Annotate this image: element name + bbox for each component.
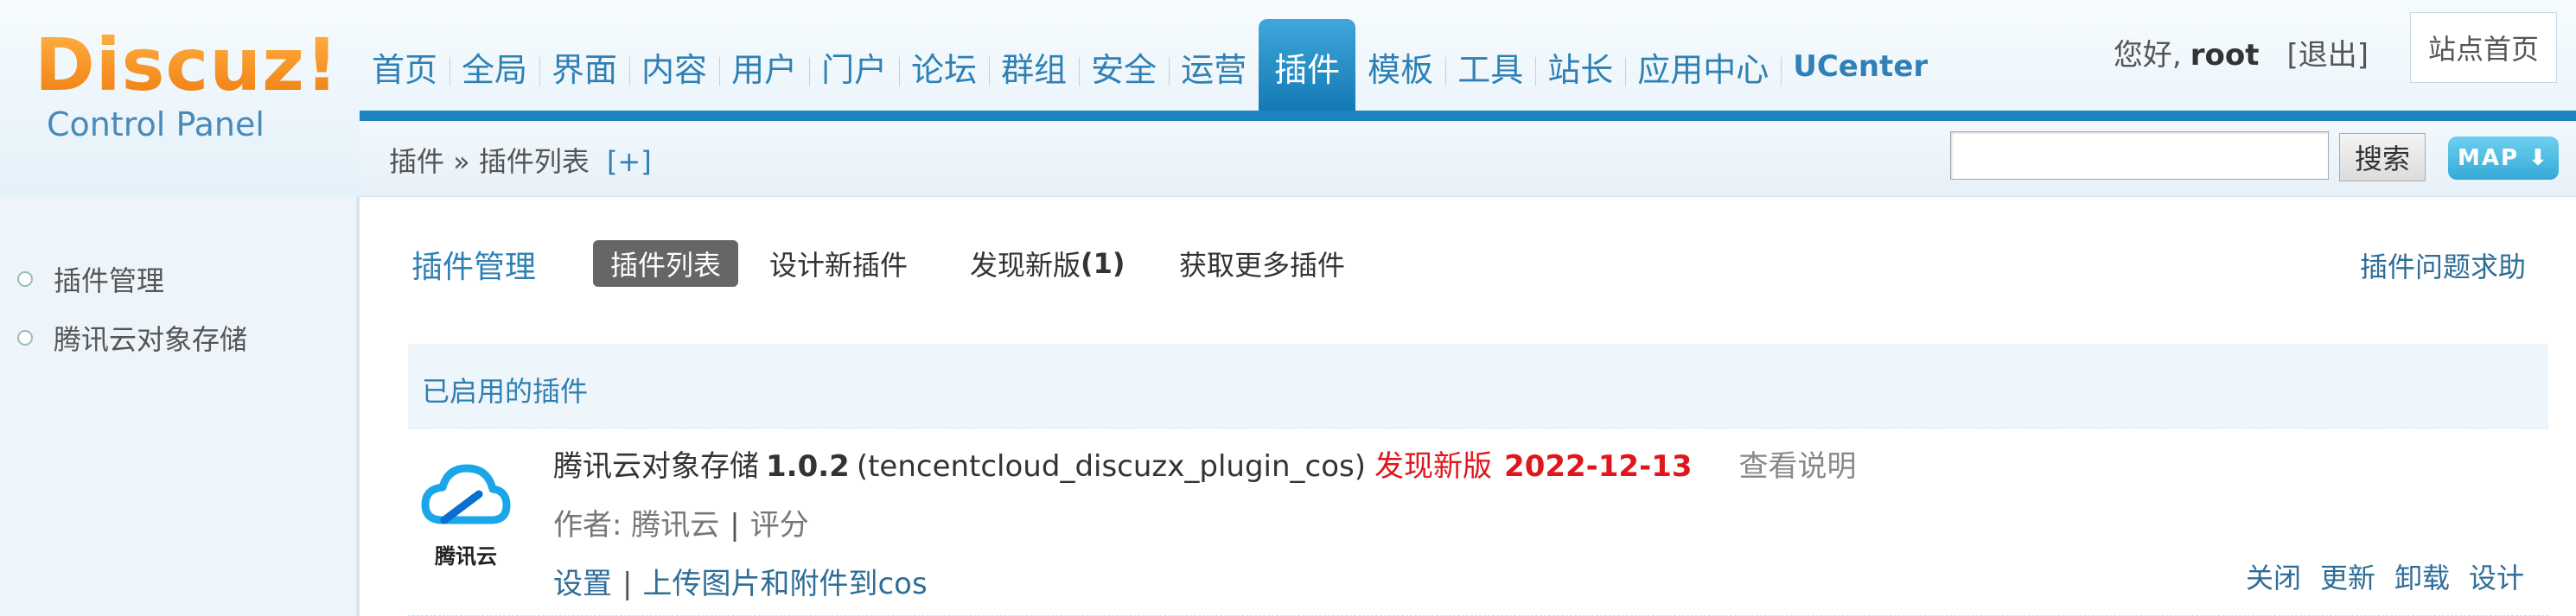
nav-users[interactable]: 用户 [719, 19, 809, 114]
nav-operations[interactable]: 运营 [1169, 19, 1259, 114]
cloud-logo-icon [421, 464, 511, 524]
sub-toolbar: 插件 » 插件列表 [+] 搜索 MAP ⬇ [360, 121, 2576, 197]
tab-plugin-list[interactable]: 插件列表 [593, 240, 739, 287]
rate-link[interactable]: 评分 [750, 508, 809, 543]
upload-to-cos-link[interactable]: 上传图片和附件到cos [642, 567, 927, 601]
discuz-logo[interactable]: Discuz! Control Panel [35, 26, 338, 156]
nav-forum[interactable]: 论坛 [899, 19, 989, 114]
tab-design-new-plugin[interactable]: 设计新插件 [752, 240, 925, 287]
plugin-actions: 关闭 更新 卸载 设计 [2227, 556, 2524, 596]
breadcrumb: 插件 » 插件列表 [+] [389, 140, 652, 180]
section-title: 已启用的插件 [422, 375, 589, 408]
plugin-version: 1.0.2 [766, 449, 850, 484]
section-header: 已启用的插件 [408, 344, 2548, 429]
tab-new-versions[interactable]: 发现新版 (1) [953, 240, 1143, 287]
sidebar-item-label: 腾讯云对象存储 [54, 323, 248, 356]
nav-interface[interactable]: 界面 [539, 19, 629, 114]
sidebar-item-label: 插件管理 [54, 264, 165, 297]
page-title: 插件管理 [411, 250, 537, 285]
bullet-icon [17, 271, 33, 287]
logout-link[interactable]: [退出] [2286, 38, 2369, 73]
logo-subtitle: Control Panel [47, 105, 265, 143]
search-input[interactable] [1950, 131, 2329, 180]
icon-caption: 腾讯云 [435, 544, 497, 568]
sidebar: 插件管理 腾讯云对象存储 [0, 197, 360, 616]
nav-app-center[interactable]: 应用中心 [1625, 19, 1781, 114]
logo-brand: Discuz! [35, 22, 340, 107]
plugin-name: 腾讯云对象存储 [553, 449, 759, 484]
separator: | [622, 567, 633, 601]
main-content: 插件管理 插件列表 设计新插件 发现新版 (1) 获取更多插件 插件问题求助 已启… [363, 197, 2576, 616]
new-version-count: (1) [1081, 247, 1125, 280]
top-nav: 首页 全局 界面 内容 用户 门户 论坛 群组 安全 运营 插件 模板 工具 站… [360, 19, 1940, 114]
plugin-identifier: (tencentcloud_discuzx_plugin_cos) [856, 449, 1367, 484]
map-button[interactable]: MAP ⬇ [2448, 137, 2559, 180]
uninstall-plugin-link[interactable]: 卸载 [2394, 562, 2450, 594]
new-version-link[interactable]: 发现新版 [1374, 449, 1492, 484]
nav-ucenter[interactable]: UCenter [1781, 19, 1940, 114]
username: root [2190, 38, 2260, 73]
update-plugin-link[interactable]: 更新 [2320, 562, 2375, 594]
plugin-row: 腾讯云 腾讯云对象存储 1.0.2 (tencentcloud_discuzx_pl… [408, 429, 2548, 616]
site-home-button[interactable]: 站点首页 [2410, 12, 2557, 83]
nav-content[interactable]: 内容 [629, 19, 719, 114]
add-shortcut-link[interactable]: [+] [607, 145, 652, 178]
separator: | [730, 508, 740, 543]
nav-underline-bar [360, 111, 2576, 121]
plugin-help-link[interactable]: 插件问题求助 [2360, 245, 2526, 285]
plugin-links-line: 设置 | 上传图片和附件到cos [553, 560, 928, 602]
tab-label: 发现新版 [970, 249, 1081, 282]
plugin-author: 作者: 腾讯云 [553, 508, 720, 543]
readme-link[interactable]: 查看说明 [1739, 449, 1857, 484]
bullet-icon [17, 330, 33, 346]
sidebar-item-tencent-cos[interactable]: 腾讯云对象存储 [17, 318, 247, 358]
disable-plugin-link[interactable]: 关闭 [2246, 562, 2301, 594]
greeting: 您好, [2113, 38, 2182, 73]
nav-security[interactable]: 安全 [1079, 19, 1169, 114]
plugin-settings-link[interactable]: 设置 [553, 567, 612, 601]
nav-tools[interactable]: 工具 [1445, 19, 1535, 114]
header: Discuz! Control Panel 首页 全局 界面 内容 用户 门户 … [0, 0, 2576, 197]
tab-get-more-plugins[interactable]: 获取更多插件 [1162, 240, 1362, 287]
new-version-date: 2022-12-13 [1504, 449, 1693, 484]
nav-plugins[interactable]: 插件 [1259, 19, 1356, 114]
nav-groups[interactable]: 群组 [989, 19, 1079, 114]
user-info: 您好, root [退出] [2114, 31, 2369, 73]
nav-global[interactable]: 全局 [450, 19, 539, 114]
tencent-cloud-icon: 腾讯云 [418, 453, 513, 568]
sidebar-item-plugin-management[interactable]: 插件管理 [17, 259, 164, 299]
nav-webmaster[interactable]: 站长 [1535, 19, 1625, 114]
nav-home[interactable]: 首页 [360, 19, 450, 114]
breadcrumb-text: 插件 » 插件列表 [389, 145, 590, 178]
plugin-title-line: 腾讯云对象存储 1.0.2 (tencentcloud_discuzx_plugin… [553, 442, 1857, 485]
nav-portal[interactable]: 门户 [809, 19, 899, 114]
search-button[interactable]: 搜索 [2339, 133, 2426, 181]
plugin-meta-line: 作者: 腾讯云 | 评分 [553, 501, 809, 543]
design-plugin-link[interactable]: 设计 [2469, 562, 2524, 594]
nav-templates[interactable]: 模板 [1355, 19, 1445, 114]
